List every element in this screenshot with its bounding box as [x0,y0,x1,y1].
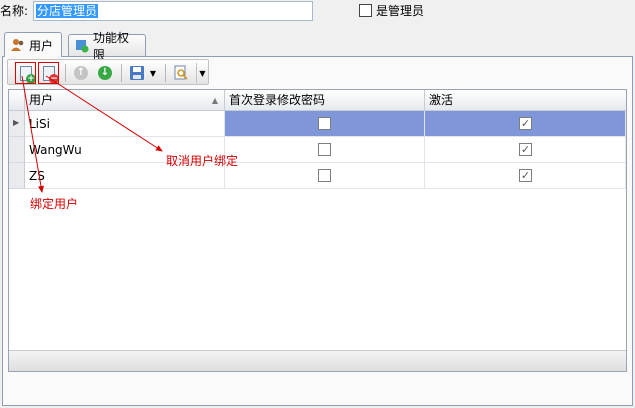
arrow-down-circle-icon: ↓ [98,66,112,80]
sort-asc-icon: ▲ [211,96,218,105]
table-row[interactable]: WangWu ✓ [9,137,626,163]
first-login-checkbox[interactable] [318,117,331,130]
unbind-highlight-box [38,62,59,84]
annotation-bind: 绑定用户 [30,197,79,211]
cell-active[interactable]: ✓ [425,111,626,137]
grid-footer [9,350,626,371]
bind-highlight-box [15,62,36,84]
query-dropdown[interactable]: ▼ [196,63,208,83]
row-indicator [9,163,25,189]
search-icon [174,65,188,80]
move-down-button[interactable]: ↓ [95,63,115,83]
first-login-checkbox[interactable] [318,143,331,156]
chevron-down-icon: ▼ [199,68,206,78]
users-icon [11,38,25,52]
cell-first-login[interactable] [225,111,425,137]
toolbar: + − ↑ ↓ ▼ ▼ [7,59,209,85]
save-button[interactable] [127,63,147,83]
save-dropdown[interactable]: ▼ [147,63,159,83]
annotation-unbind: 取消用户绑定 [166,154,239,168]
name-label: 名称: [0,4,29,18]
table-row[interactable]: ▶ LiSi ✓ [9,111,626,137]
active-checkbox[interactable]: ✓ [519,143,532,156]
column-user[interactable]: 用户 ▲ [25,90,225,111]
active-checkbox[interactable]: ✓ [519,169,532,182]
permissions-icon [75,39,89,53]
toolbar-separator [165,64,166,82]
user-grid: 用户 ▲ 首次登录修改密码 激活 ▶ LiSi ✓ WangWu ✓ ZS ✓ [8,89,627,372]
column-active[interactable]: 激活 [425,90,626,111]
current-row-icon: ▶ [13,118,20,127]
row-indicator: ▶ [9,111,25,137]
cell-first-login[interactable] [225,137,425,163]
query-button[interactable] [171,63,191,83]
column-first-login[interactable]: 首次登录修改密码 [225,90,425,111]
is-admin-checkbox[interactable] [359,4,372,17]
grid-corner [9,90,25,111]
save-icon [130,66,144,80]
table-row[interactable]: ZS ✓ [9,163,626,189]
active-checkbox[interactable]: ✓ [519,117,532,130]
name-value: 分店管理员 [36,4,99,18]
move-up-button[interactable]: ↑ [71,63,91,83]
tab-permissions-label: 功能权限 [93,30,130,62]
is-admin-label: 是管理员 [376,4,425,18]
tab-users-label: 用户 [29,38,54,53]
tab-users[interactable]: 用户 [4,32,62,57]
row-indicator [9,137,25,163]
tab-permissions[interactable]: 功能权限 [68,31,146,62]
cell-active[interactable]: ✓ [425,137,626,163]
toolbar-separator [121,64,122,82]
cell-active[interactable]: ✓ [425,163,626,189]
cell-user[interactable]: LiSi [25,111,225,137]
name-input[interactable]: 分店管理员 [33,1,313,21]
arrow-up-circle-icon: ↑ [74,66,88,80]
grid-header: 用户 ▲ 首次登录修改密码 激活 [9,90,626,111]
chevron-down-icon: ▼ [149,68,157,78]
cell-first-login[interactable] [225,163,425,189]
toolbar-separator [65,64,66,82]
first-login-checkbox[interactable] [318,169,331,182]
